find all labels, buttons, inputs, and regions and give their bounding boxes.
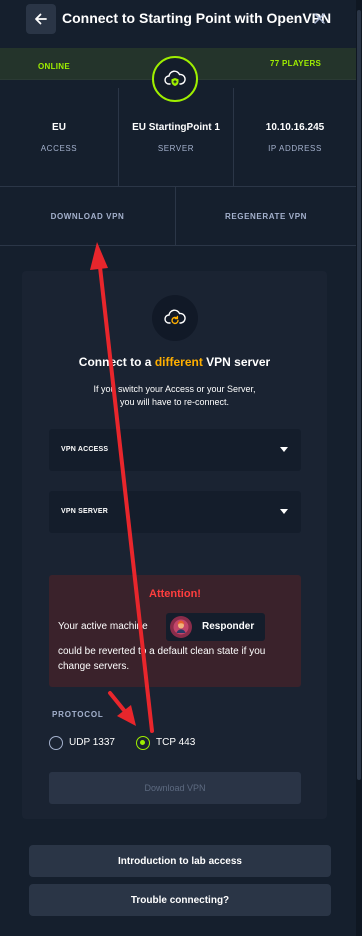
machine-chip[interactable]: Responder	[166, 613, 265, 641]
ip-address-value: 10.10.16.245	[265, 122, 325, 133]
chevron-down-icon	[280, 509, 288, 514]
panel-header: Connect to Starting Point with OpenVPN	[0, 0, 356, 48]
description-line-2: you will have to re-connect.	[119, 397, 230, 407]
heading-suffix: VPN server	[206, 355, 271, 369]
cloud-shield-icon	[164, 70, 186, 86]
arrow-left-icon	[35, 13, 47, 25]
attention-text-before: Your active machine	[58, 621, 148, 632]
close-button[interactable]	[310, 9, 328, 27]
attention-title: Attention!	[149, 588, 201, 600]
vpn-access-select[interactable]: VPN ACCESS	[49, 429, 301, 471]
server-info: EU StartingPoint 1 SERVER	[118, 88, 234, 186]
radio-circle-udp[interactable]	[49, 736, 63, 750]
change-server-card: Connect to a different VPN server If you…	[22, 271, 327, 819]
radio-selected-dot	[140, 740, 145, 745]
card-heading: Connect to a different VPN server	[22, 355, 327, 369]
heading-prefix: Connect to a	[78, 355, 152, 369]
chevron-down-icon	[280, 447, 288, 452]
vpn-server-label: VPN SERVER	[61, 508, 108, 515]
panel-title: Connect to Starting Point with OpenVPN	[62, 10, 332, 26]
intro-lab-access-button[interactable]: Introduction to lab access	[29, 845, 331, 877]
download-vpn-action[interactable]: DOWNLOAD VPN	[0, 187, 175, 245]
protocol-label: PROTOCOL	[52, 710, 104, 719]
connection-info: EU ACCESS EU StartingPoint 1 SERVER 10.1…	[0, 88, 356, 186]
server-value: EU StartingPoint 1	[132, 122, 220, 133]
vpn-connect-panel: Connect to Starting Point with OpenVPN O…	[0, 0, 356, 936]
ip-address-label: IP ADDRESS	[268, 144, 322, 153]
card-description: If you switch your Access or your Server…	[62, 383, 287, 409]
close-icon	[313, 12, 325, 24]
trouble-connecting-button[interactable]: Trouble connecting?	[29, 884, 331, 916]
access-value: EU	[52, 122, 66, 133]
scrollbar[interactable]	[356, 0, 362, 936]
online-status: ONLINE	[38, 62, 71, 71]
responder-avatar-icon	[173, 619, 189, 635]
vpn-server-select[interactable]: VPN SERVER	[49, 491, 301, 533]
access-label: ACCESS	[40, 144, 78, 153]
protocol-udp-radio[interactable]: UDP 1337	[49, 735, 129, 751]
heading-accent: different	[154, 355, 203, 369]
back-button[interactable]	[26, 4, 56, 34]
download-vpn-button[interactable]: Download VPN	[49, 772, 301, 804]
protocol-tcp-radio[interactable]: TCP 443	[136, 735, 216, 751]
vpn-access-label: VPN ACCESS	[61, 446, 109, 453]
players-count: 77 PLAYERS	[270, 59, 322, 68]
cloud-refresh-icon	[164, 309, 186, 325]
access-info: EU ACCESS	[0, 88, 118, 186]
protocol-tcp-label: TCP 443	[156, 737, 196, 748]
radio-circle-tcp[interactable]	[136, 736, 150, 750]
protocol-udp-label: UDP 1337	[69, 737, 115, 748]
attention-text-after: could be reverted to a default clean sta…	[58, 646, 266, 672]
card-icon-wrap	[152, 295, 198, 341]
attention-box: Attention! Your active machine Responder…	[49, 575, 301, 687]
machine-avatar	[170, 616, 192, 638]
scrollbar-thumb[interactable]	[357, 10, 361, 780]
machine-name: Responder	[202, 621, 255, 632]
description-line-1: If you switch your Access or your Server…	[93, 384, 256, 394]
server-label: SERVER	[157, 144, 195, 153]
ip-address-info: 10.10.16.245 IP ADDRESS	[234, 88, 356, 186]
regenerate-vpn-action[interactable]: REGENERATE VPN	[175, 187, 356, 245]
vpn-actions: DOWNLOAD VPN REGENERATE VPN	[0, 186, 356, 246]
